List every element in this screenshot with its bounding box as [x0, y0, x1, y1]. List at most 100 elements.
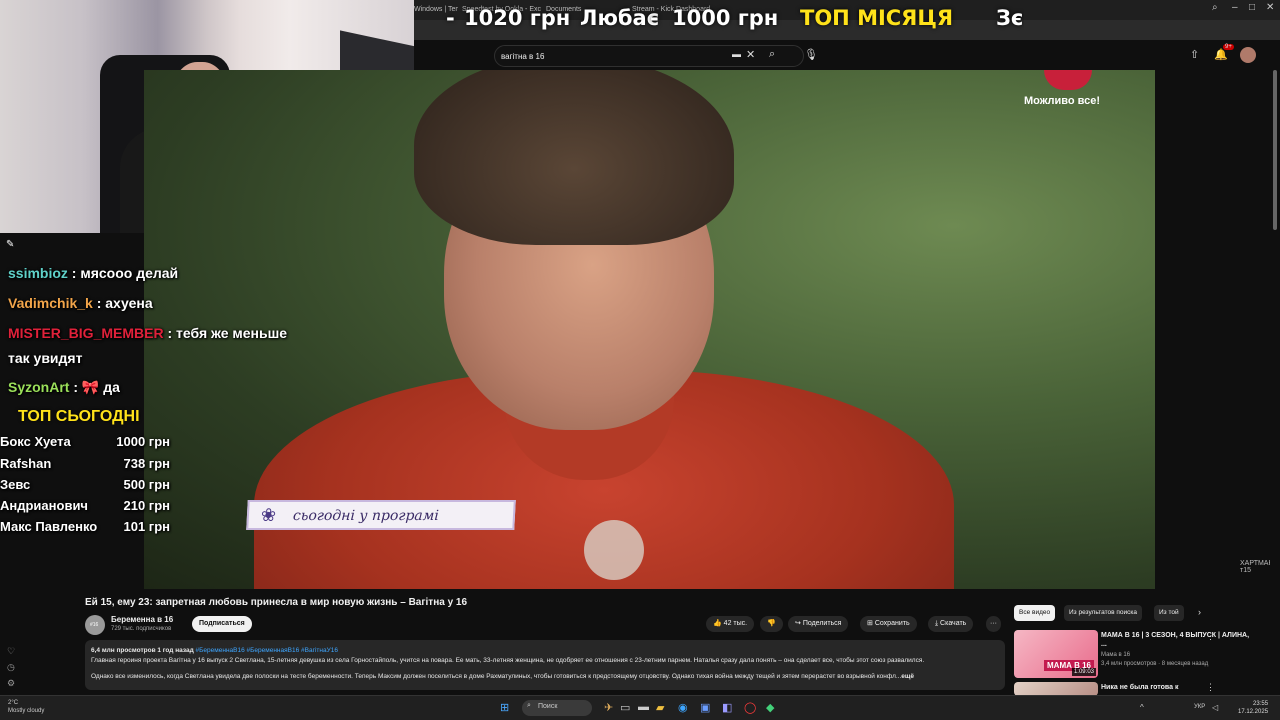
top-donor-name: Rafshan: [0, 456, 52, 471]
recommendation-thumbnail[interactable]: МАМА В 16 1:09:03: [1014, 630, 1098, 678]
recommendation-title[interactable]: Ника не была готова к: [1101, 683, 1251, 692]
heart-icon[interactable]: ♡: [7, 646, 15, 657]
more-actions-button[interactable]: ···: [986, 616, 1001, 632]
chip-same-channel[interactable]: Из той: [1154, 605, 1184, 621]
channel-name[interactable]: Беременна в 16: [111, 615, 173, 624]
top-donor-name: Бокс Хуета: [0, 434, 71, 449]
ticker-item: Зє: [996, 6, 1024, 30]
recommendation-title[interactable]: МАМА В 16 | 3 СЕЗОН, 4 ВЫПУСК | АЛИНА, .…: [1101, 631, 1251, 649]
top-donor-name: Зевс: [0, 477, 31, 492]
dislike-button[interactable]: 👎: [760, 616, 783, 632]
like-button[interactable]: 👍 42 тыс.: [706, 616, 755, 632]
description-line: Однако все изменилось, когда Светлана ув…: [91, 673, 902, 680]
description-tags[interactable]: #БеременнаВ16 #БеременнаяВ16 #ВагітнаУ16: [196, 647, 338, 654]
scrollbar-thumb[interactable]: [1273, 70, 1277, 230]
minimize-button[interactable]: –: [1232, 2, 1238, 13]
subscriber-count: 729 тыс. подписчиков: [111, 626, 172, 632]
channel-avatar-text: #16: [90, 622, 99, 628]
like-count: 42 тыс.: [723, 620, 748, 627]
page-scrollbar[interactable]: [1270, 70, 1280, 695]
ticker-item: -: [650, 6, 659, 30]
recommendation-channel[interactable]: Мама в 16: [1101, 652, 1130, 658]
save-button[interactable]: ⊞ Сохранить: [860, 616, 917, 632]
video-description[interactable]: 6,4 млн просмотров 1 год назад #Беременн…: [85, 640, 1005, 690]
avatar[interactable]: [1240, 47, 1256, 63]
chat-message: ssimbioz : мясооо делай: [8, 265, 178, 281]
language-indicator[interactable]: УКР: [1194, 704, 1205, 710]
chat-text: : 🎀 да: [69, 379, 120, 395]
top-donor-amount: 500 грн: [123, 477, 170, 492]
top-donor-name: Андрианович: [0, 498, 88, 513]
chip-from-search[interactable]: Из результатов поиска: [1064, 605, 1143, 621]
chat-text: так увидят: [8, 350, 83, 366]
settings-icon[interactable]: ⚙: [7, 678, 15, 689]
notifications-badge: 9+: [1223, 44, 1234, 50]
keyboard-icon[interactable]: ▬: [732, 49, 741, 59]
chat-nick: ssimbioz: [8, 265, 68, 281]
chevron-right-icon[interactable]: ›: [1198, 607, 1201, 617]
recommendations-panel: Все видео Из результатов поиска Из той ›…: [1014, 600, 1280, 696]
top-donor-amount: 101 грн: [123, 519, 170, 534]
task-view-icon[interactable]: ▭: [620, 701, 630, 714]
channel-avatar[interactable]: #16: [85, 615, 105, 635]
clear-icon[interactable]: ✕: [746, 48, 755, 61]
clock-date: 17.12.2025: [1238, 709, 1269, 715]
close-button[interactable]: ✕: [1266, 2, 1274, 13]
chat-message: MISTER_BIG_MEMBER : тебя же меньше: [8, 325, 287, 341]
microphone-icon[interactable]: 🎙: [804, 48, 818, 61]
chat-icon: ✎: [6, 239, 15, 250]
chat-message: Vadimchik_k : ахуена: [8, 295, 153, 311]
share-label: Поделиться: [802, 620, 842, 627]
tray-chevron-icon[interactable]: ^: [1140, 703, 1144, 712]
description-line: Главная героиня проекта Вагітна у 16 вып…: [91, 657, 925, 664]
chat-message: так увидят: [8, 350, 82, 366]
subscribe-button[interactable]: Подписаться: [192, 616, 252, 632]
stream-chat: ✎ ssimbioz : мясооо делай Vadimchik_k : …: [0, 233, 420, 543]
taskbar-search-label: Поиск: [538, 703, 558, 710]
app-icon[interactable]: ◆: [766, 701, 774, 714]
windows-start-icon[interactable]: ⊞: [500, 701, 509, 714]
search-input[interactable]: вагітна в 16: [494, 45, 804, 67]
app-icon[interactable]: ▣: [700, 701, 710, 714]
video-title: Ей 15, ему 23: запретная любовь принесла…: [85, 597, 468, 608]
share-button[interactable]: ↪ Поделиться: [788, 616, 849, 632]
chat-message: SyzonArt : 🎀 да: [8, 379, 120, 396]
widgets-icon[interactable]: ▬: [638, 701, 649, 713]
opera-icon[interactable]: ◯: [744, 701, 756, 714]
top-donor-name: Макс Павленко: [0, 519, 98, 534]
chip-all-videos[interactable]: Все видео: [1014, 605, 1056, 621]
video-duration: 1:09:03: [1071, 668, 1096, 676]
video-info: Ей 15, ему 23: запретная любовь принесла…: [24, 590, 1014, 695]
top-donor-amount: 1000 грн: [116, 434, 170, 449]
folder-icon[interactable]: ✈: [604, 701, 613, 714]
description-more-link[interactable]: ещё: [901, 673, 914, 680]
youtube-header: вагітна в 16 ▬ ✕ ⌕ 🎙 ⇧ 🔔 9+: [414, 40, 1280, 70]
thumbs-down-icon: 👎: [767, 620, 776, 627]
taskbar-search[interactable]: ⌕ Поиск: [522, 700, 592, 716]
recommendation-thumbnail[interactable]: [1014, 682, 1098, 696]
edge-icon[interactable]: ◉: [678, 701, 688, 714]
chat-nick: SyzonArt: [8, 379, 70, 395]
ticker-item: 1020 грн: [464, 6, 571, 30]
upload-icon[interactable]: ⇧: [1190, 48, 1199, 61]
history-icon[interactable]: ◷: [7, 662, 15, 673]
more-vert-icon[interactable]: ⋮: [1206, 631, 1215, 642]
ticker-item: -: [446, 6, 455, 30]
more-vert-icon[interactable]: ⋮: [1206, 682, 1215, 693]
weather-widget[interactable]: 2°C Mostly cloudy: [8, 699, 44, 715]
top-donor-amount: 738 грн: [123, 456, 170, 471]
app-icon[interactable]: ◧: [722, 701, 732, 714]
clock-time: 23:55: [1253, 701, 1269, 707]
description-meta: 6,4 млн просмотров 1 год назад: [91, 647, 194, 654]
bookmark-icon: ⊞: [867, 620, 875, 627]
search-icon[interactable]: ⌕: [1212, 2, 1218, 13]
volume-icon[interactable]: ◁: [1212, 703, 1218, 712]
maximize-button[interactable]: □: [1249, 2, 1255, 13]
file-explorer-icon[interactable]: ▰: [656, 701, 664, 714]
recommendation-meta: 3,4 млн просмотров · 8 месяцев назад: [1101, 661, 1209, 667]
download-button[interactable]: ⤓ Скачать: [928, 616, 974, 632]
search-icon[interactable]: ⌕: [769, 48, 775, 61]
taskbar-clock[interactable]: 23:55 17.12.2025: [1238, 700, 1268, 716]
video-watermark: ХАРТМАН т15: [1240, 560, 1274, 574]
thumbs-up-icon: 👍: [713, 620, 724, 627]
